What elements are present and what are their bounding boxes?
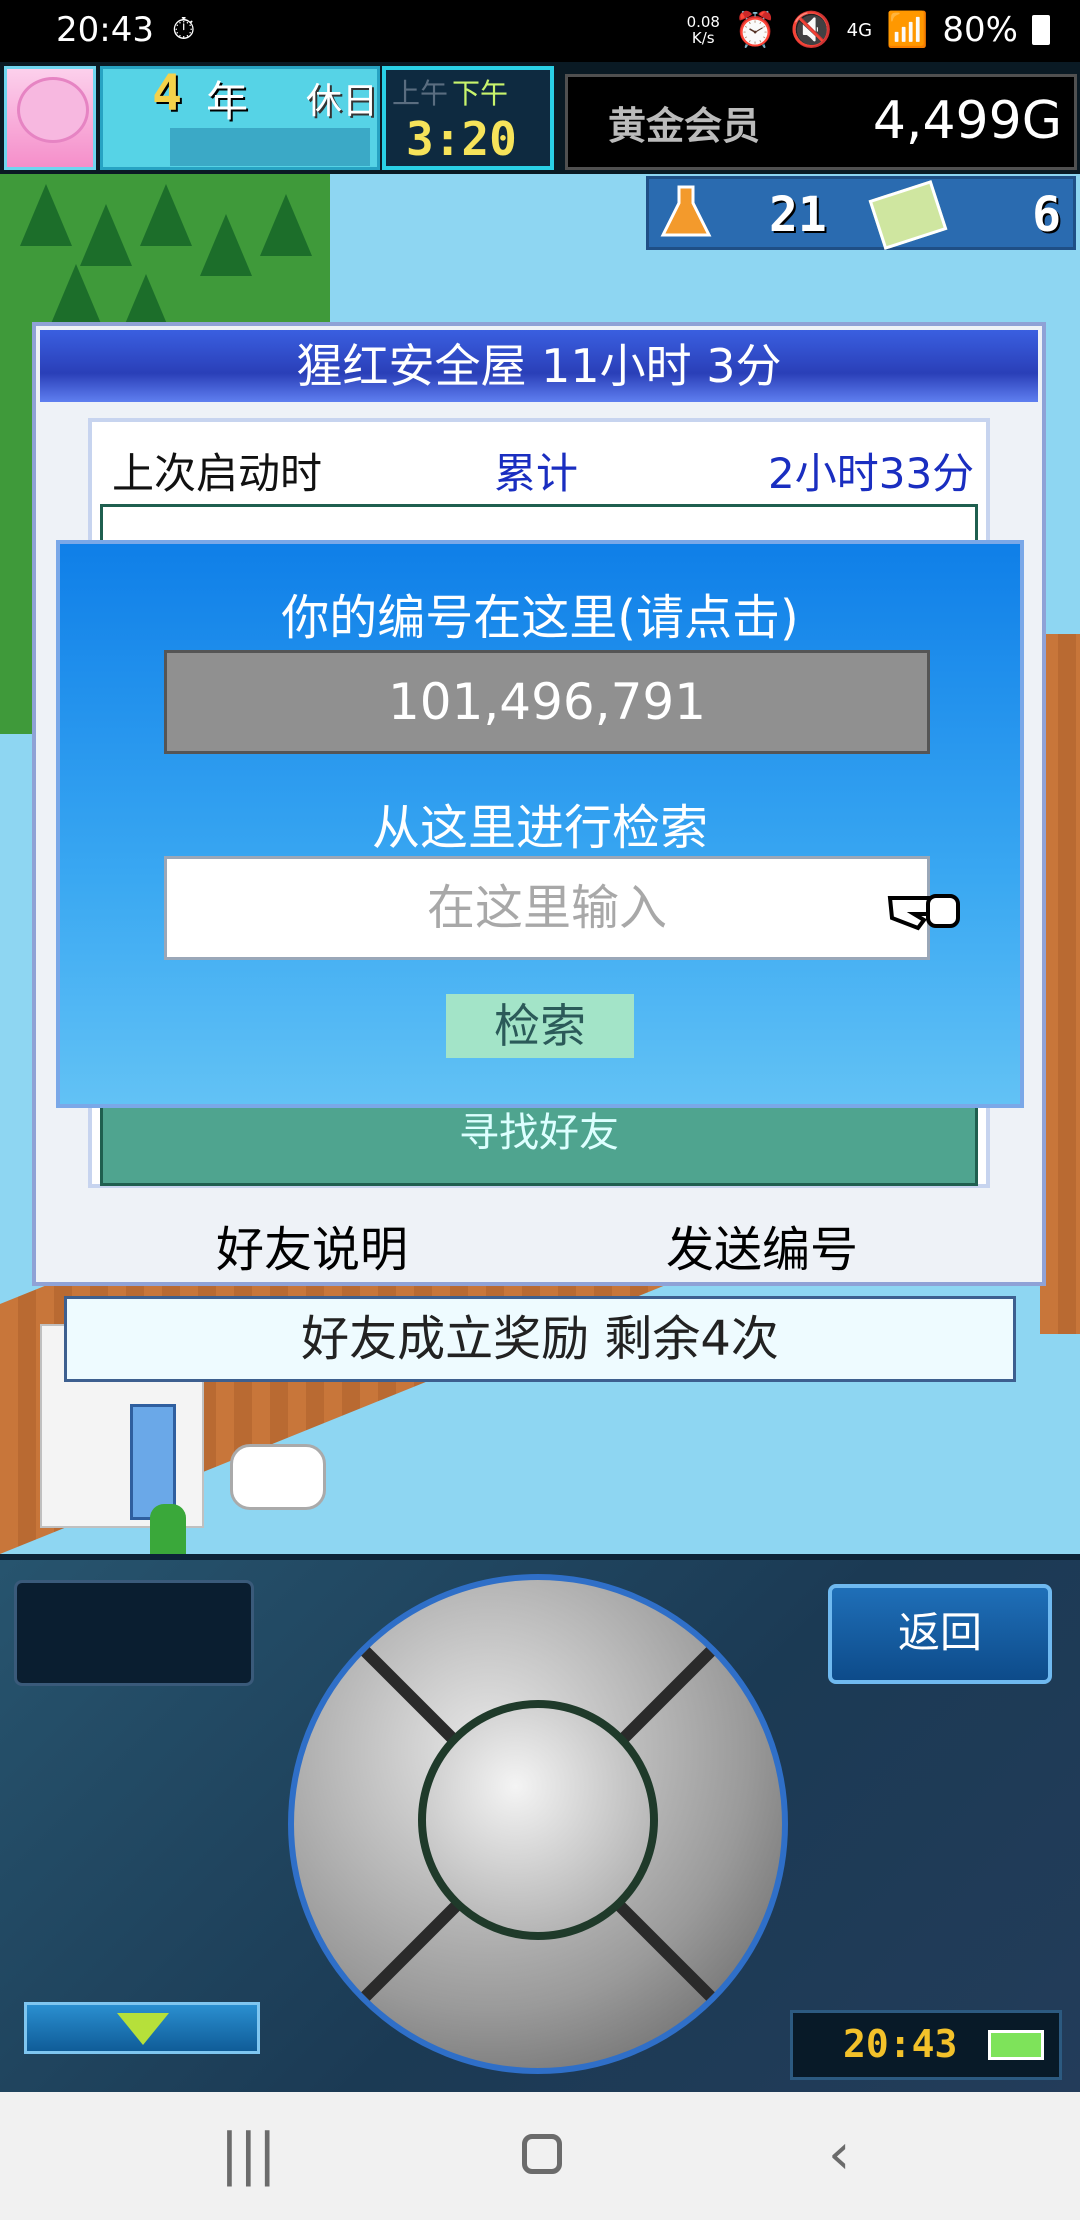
tree [20,184,72,246]
character [150,1504,186,1554]
alarm-icon: ⏰ [733,10,777,50]
status-icons: 0.08 K/s ⏰ 🔇 4G 📶 80% [687,10,1050,50]
room-floor-right [1040,634,1080,1334]
list-frame [100,504,978,544]
season-tabs [170,128,370,166]
signal-icon: 📶 [886,10,929,50]
network-speed: 0.08 K/s [687,14,720,46]
pm-label: 下午 [452,77,509,110]
toilet [230,1444,326,1510]
game-clock-panel: 上午 下午 3:20 [382,66,554,170]
member-label: 黄金会员 [608,104,761,148]
network-type: 4G [846,19,873,41]
money-value: 4,499G [872,91,1062,151]
battery-icon [1032,15,1050,45]
door [130,1404,176,1520]
home-icon[interactable] [522,2134,562,2174]
flask-icon [659,183,713,243]
back-button[interactable]: 返回 [828,1584,1052,1684]
cumulative-value: 2小时33分 [768,449,975,498]
chevron-down-icon [117,2013,169,2045]
dialog-title: 猩红安全屋 11小时 3分 [40,330,1038,402]
money-panel: 黄金会员 4,499G [565,74,1077,170]
ticket-icon [868,180,948,250]
ticket-count: 6 [1032,187,1061,243]
battery-icon [988,2030,1044,2060]
status-time: 20:43 [56,10,154,50]
tree [260,194,312,256]
status-bar: 20:43 ⏱ 0.08 K/s ⏰ 🔇 4G 📶 80% [0,0,1080,62]
resource-bar: 21 6 [646,176,1076,250]
send-id-link[interactable]: 发送编号 [666,1210,858,1280]
tree [50,264,102,326]
friend-help-link[interactable]: 好友说明 [216,1210,408,1280]
recent-apps-icon[interactable]: ||| [220,2122,277,2187]
your-id-button[interactable]: 101,496,791 [164,650,930,754]
battery-percent: 80% [942,10,1018,50]
last-launch-label: 上次启动时 [112,449,323,498]
speed-value: 0.08 [686,13,720,31]
your-id-label: 你的编号在这里(请点击) [281,590,799,646]
tree [140,184,192,246]
id-search-input[interactable]: 在这里输入 [164,856,930,960]
search-label: 从这里进行检索 [371,800,708,856]
dpad-center-button[interactable] [418,1700,658,1940]
cumulative-label: 累计 [494,449,579,498]
back-nav-icon[interactable]: ‹ [828,2122,850,2187]
year-number: 4 [152,64,183,122]
speed-unit: K/s [691,29,715,47]
stopwatch-icon: ⏱ [172,12,196,47]
tree [80,204,132,266]
game-clock: 3:20 [406,112,517,166]
research-points: 21 [769,187,827,243]
mute-icon: 🔇 [790,10,833,50]
friend-bonus-bar: 好友成立奖励 剩余4次 [64,1296,1016,1382]
am-label: 上午 [392,77,449,110]
scroll-down-button[interactable] [24,2002,260,2054]
tree [200,214,252,276]
season-tree-icon [4,66,96,170]
day-type: 休日 [306,81,379,122]
find-friend-button[interactable]: 寻找好友 [100,1100,978,1186]
search-button[interactable]: 检索 [446,994,634,1058]
controller-left-panel [14,1580,254,1686]
pointing-hand-icon [884,880,964,936]
year-unit: 年 [206,77,249,126]
